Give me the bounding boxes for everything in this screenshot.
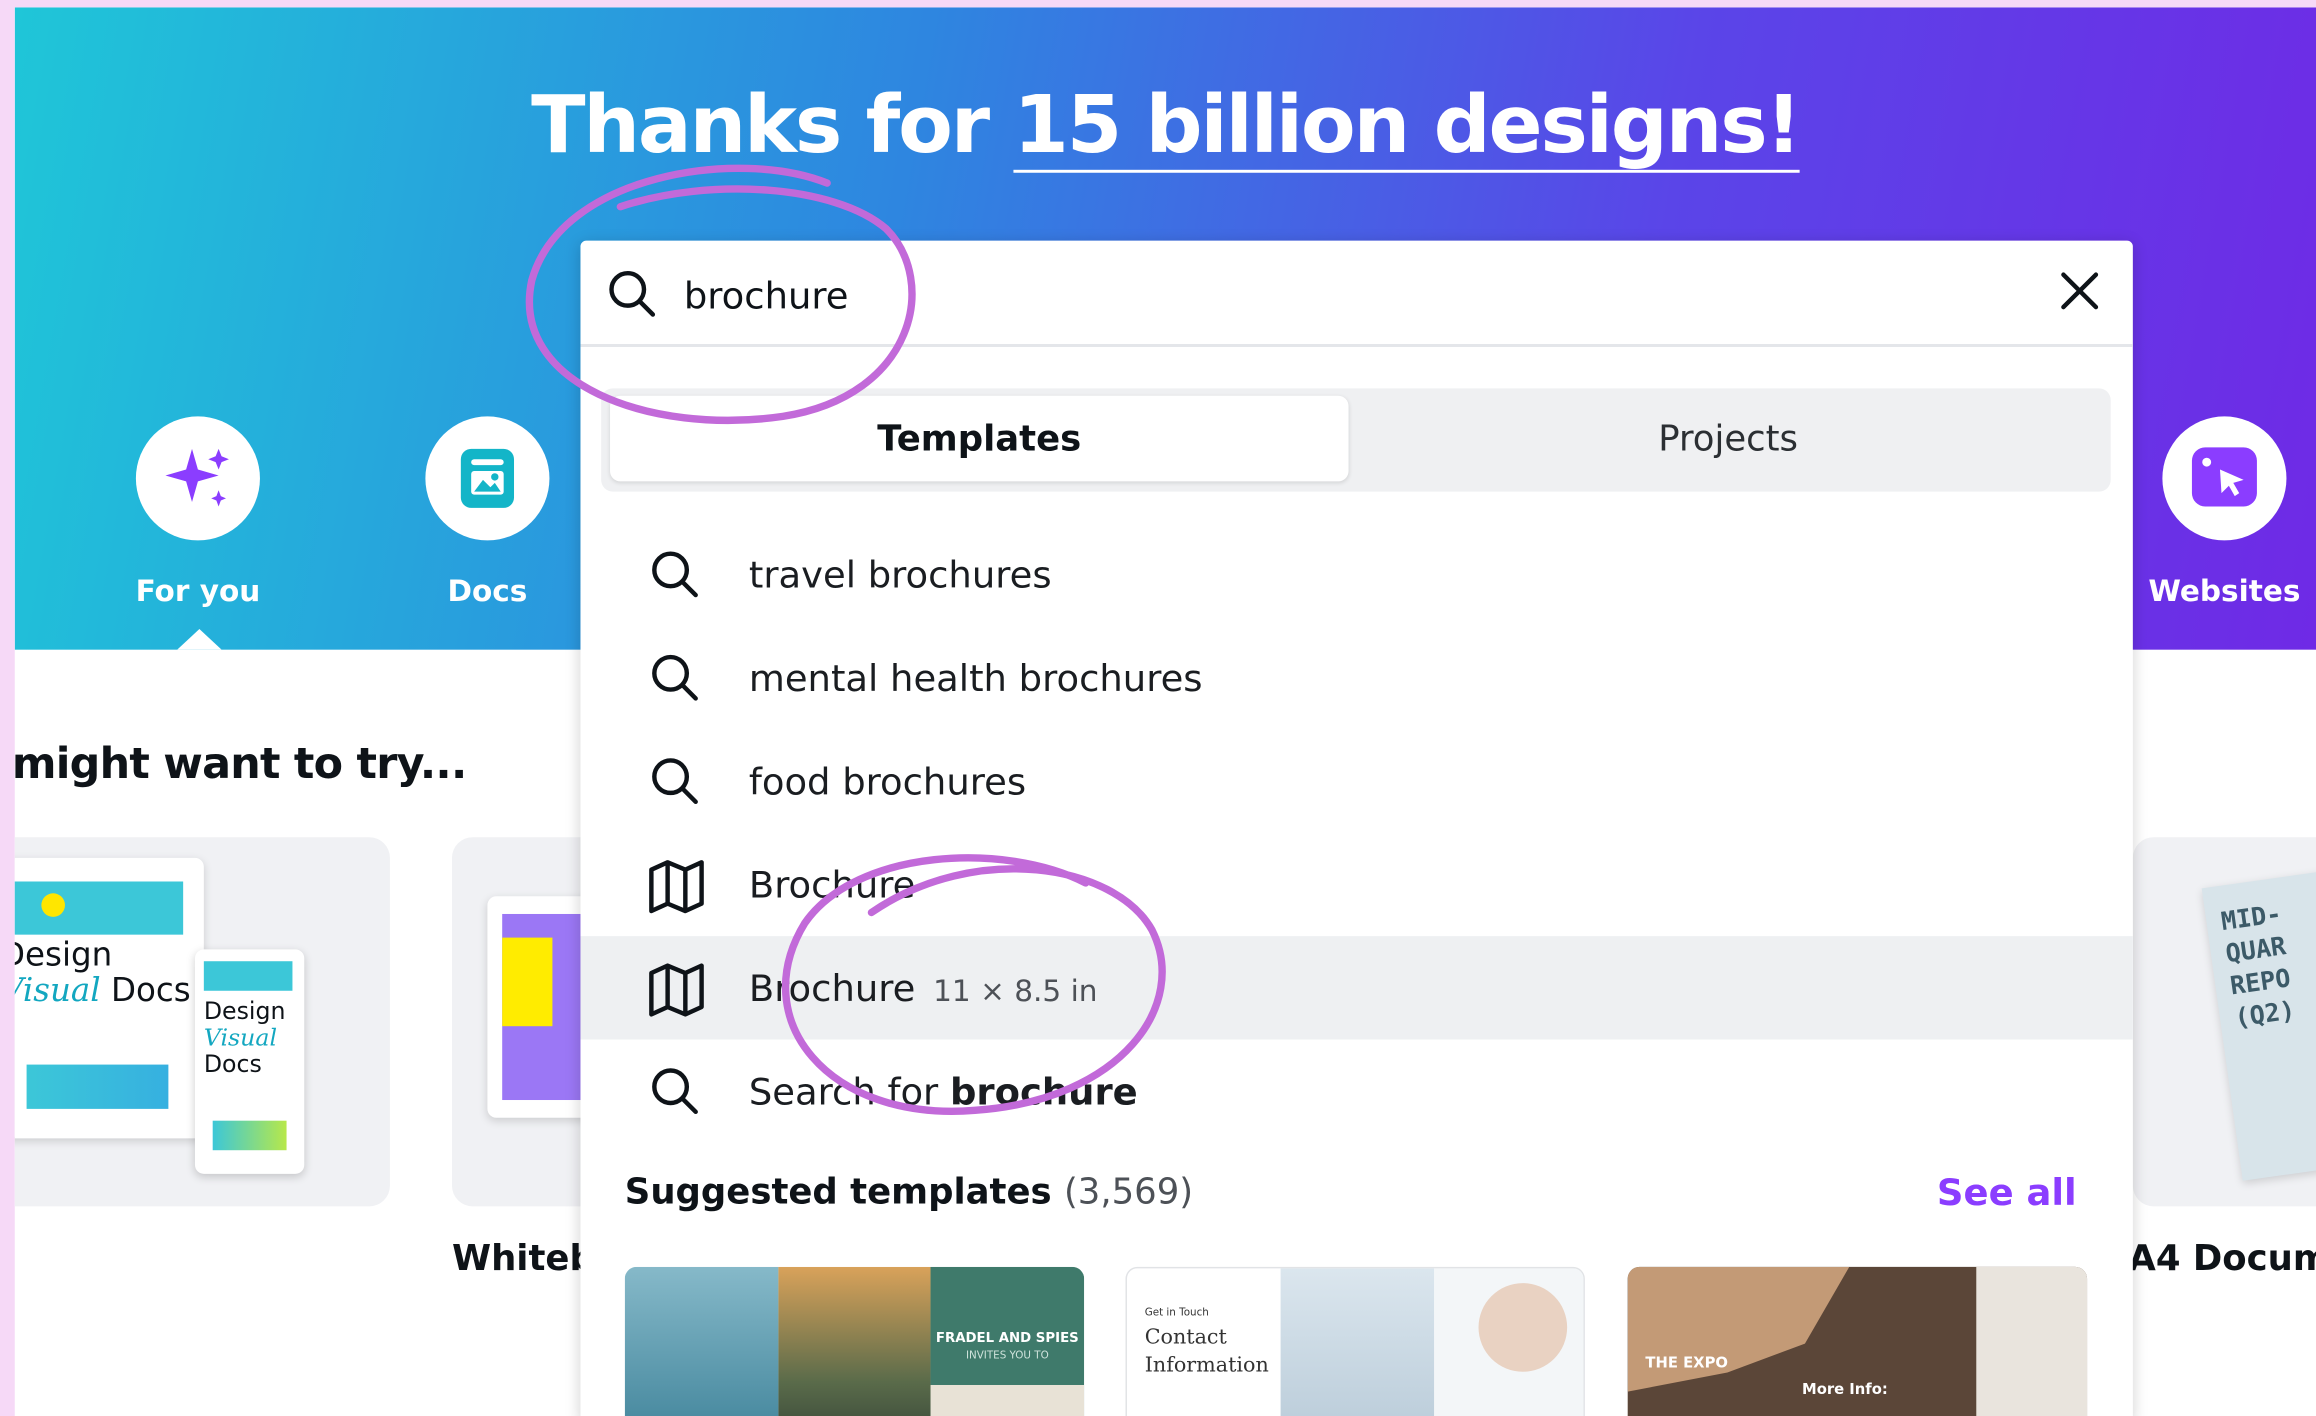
category-websites[interactable]: Websites [2136, 416, 2313, 608]
home-page: Thanks for 15 billion designs! For you D… [14, 7, 2316, 1416]
doc-preview-small: Design Visual Docs [194, 949, 305, 1174]
thumb-caption: FRADEL AND SPIES [935, 1331, 1079, 1347]
photo-panel [1434, 1268, 1584, 1416]
doc-small-line: Visual [203, 1023, 278, 1052]
card-label: Whiteb [451, 1237, 595, 1279]
doc-banner [203, 961, 293, 991]
selected-category-caret [177, 629, 222, 650]
hero-title-link[interactable]: 15 billion designs! [1013, 78, 1801, 171]
search-dropdown: Templates Projects travel brochures ment… [580, 240, 2133, 1416]
search-icon [652, 1068, 698, 1115]
doc-bar-chart [26, 1064, 169, 1109]
hero-title-prefix: Thanks for [531, 78, 1014, 172]
docs-icon [425, 416, 550, 541]
tab-templates[interactable]: Templates [610, 395, 1349, 482]
doc-small-line: Docs [203, 1049, 262, 1078]
doc-banner [14, 881, 184, 935]
photo-panel [1280, 1268, 1435, 1416]
thumb-caption: Get in Touch [1144, 1306, 1209, 1319]
search-icon [652, 654, 698, 701]
report-preview: MID-QUAR REPO (Q2) [2201, 865, 2316, 1181]
a4-document-card[interactable]: MID-QUAR REPO (Q2) [2132, 837, 2316, 1207]
suggestion-item[interactable]: food brochures [580, 729, 2132, 832]
suggestion-item[interactable]: Brochure [580, 833, 2132, 936]
websites-icon [2162, 416, 2287, 541]
map-icon [649, 963, 704, 1017]
photo-panel: FRADEL AND SPIES INVITES YOU TO [930, 1266, 1085, 1416]
suggested-templates-title: Suggested templates (3,569) [624, 1170, 1194, 1213]
doc-preview-large: Design Visual Docs [14, 857, 204, 1139]
doc-small-line: Design [203, 996, 286, 1025]
thumb-sub: Contact Information [1144, 1325, 1269, 1378]
suggestion-label: Brochure [748, 863, 916, 906]
sticky-note [502, 937, 553, 1027]
search-icon [652, 758, 698, 804]
suggestion-item[interactable]: mental health brochures [580, 626, 2132, 729]
suggestion-item-highlighted[interactable]: Brochure 11 × 8.5 in [580, 936, 2133, 1040]
search-icon [652, 551, 698, 598]
category-for-you[interactable]: For you [109, 416, 286, 608]
suggestion-label: travel brochures [748, 552, 1052, 596]
doc-title-line: Visual Docs [15, 973, 191, 1010]
sparkle-icon [135, 416, 260, 541]
doc-title-line: Design [15, 937, 113, 975]
card-label: A4 Docume [2128, 1237, 2316, 1279]
template-count: (3,569) [1063, 1170, 1194, 1213]
suggestion-item[interactable]: travel brochures [580, 523, 2132, 626]
photo-panel [1976, 1266, 2088, 1416]
search-tabs: Templates Projects [601, 388, 2111, 492]
map-icon [649, 860, 704, 914]
try-section-title: might want to try... [14, 738, 467, 789]
sun-dot [41, 893, 65, 917]
template-thumbnail[interactable]: THE EXPO More Info: [1627, 1266, 2088, 1416]
template-thumbnail[interactable]: Get in Touch Contact Information [1125, 1266, 1585, 1416]
category-label: For you [135, 572, 261, 609]
suggestion-label: Brochure 11 × 8.5 in [748, 966, 1098, 1010]
search-icon [609, 270, 656, 317]
hero-title: Thanks for 15 billion designs! [15, 78, 2316, 171]
search-for-item[interactable]: Search for brochure [580, 1039, 2132, 1142]
see-all-link[interactable]: See all [1937, 1171, 2077, 1214]
portrait [1478, 1283, 1568, 1372]
category-label: Docs [447, 572, 528, 609]
paper-strip [930, 1384, 1085, 1416]
photo-panel [778, 1266, 931, 1416]
search-bar [580, 241, 2133, 347]
thumb-sub: More Info: [1801, 1382, 1888, 1399]
thumb-caption: THE EXPO [1645, 1355, 1728, 1372]
suggestion-label: Search for brochure [748, 1069, 1138, 1113]
photo-panel [624, 1266, 779, 1416]
doc-bar-chart [212, 1120, 287, 1151]
close-icon[interactable] [2056, 267, 2103, 314]
suggestion-label: mental health brochures [748, 656, 1203, 700]
doc-template-card[interactable]: Design Visual Docs Design Visual Docs [14, 837, 390, 1207]
category-label: Websites [2148, 572, 2301, 609]
category-docs[interactable]: Docs [399, 416, 576, 608]
thumb-sub: INVITES YOU TO [965, 1349, 1049, 1362]
suggestion-label: food brochures [748, 759, 1027, 803]
report-title: MID-QUAR REPO (Q2) [2219, 899, 2297, 1034]
search-input[interactable] [683, 267, 1718, 324]
suggestion-dimensions: 11 × 8.5 in [933, 972, 1098, 1008]
template-thumbnail[interactable]: FRADEL AND SPIES INVITES YOU TO [624, 1266, 1085, 1416]
tab-projects[interactable]: Projects [1359, 396, 2098, 482]
